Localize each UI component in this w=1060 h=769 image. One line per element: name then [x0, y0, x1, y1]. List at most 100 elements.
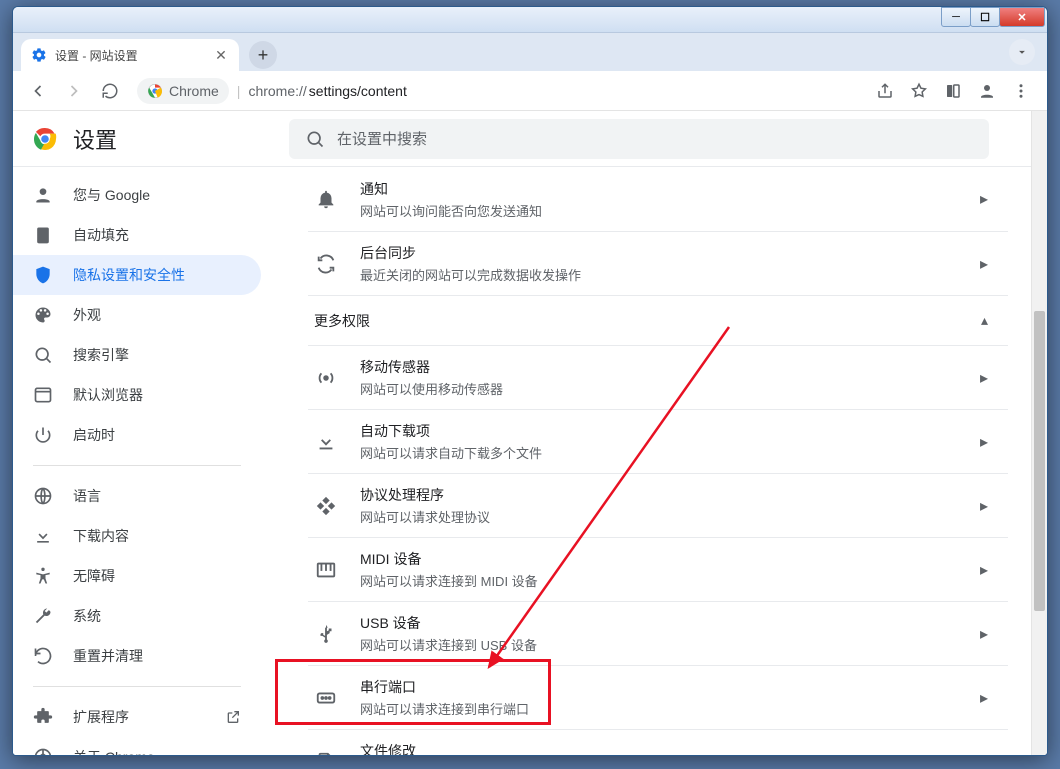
sidebar-item-about-chrome[interactable]: 关于 Chrome: [13, 737, 261, 755]
url-separator: |: [237, 83, 241, 99]
window-maximize-button[interactable]: ☐: [970, 7, 1000, 27]
browser-icon: [33, 385, 53, 405]
restore-icon: [33, 646, 53, 666]
window-minimize-button[interactable]: ─: [941, 7, 971, 27]
forward-button[interactable]: [59, 76, 89, 106]
tab-title: 设置 - 网站设置: [55, 47, 205, 64]
chevron-right-icon: ▸: [980, 432, 988, 452]
chevron-up-icon: ▴: [981, 312, 988, 329]
chevron-right-icon: ▸: [980, 688, 988, 708]
row-file-editing[interactable]: 文件修改 网站可以请求修改您设备上的文件和文件夹 ▸: [308, 729, 1008, 755]
clipboard-icon: [33, 225, 53, 245]
sidebar-item-privacy-security[interactable]: 隐私设置和安全性: [13, 255, 261, 295]
sidebar-item-system[interactable]: 系统: [13, 596, 261, 636]
row-usb-devices[interactable]: USB 设备 网站可以请求连接到 USB 设备 ▸: [308, 601, 1008, 665]
window-close-button[interactable]: ✕: [999, 7, 1045, 27]
row-title: 后台同步: [360, 243, 958, 263]
sidebar-item-label: 搜索引擎: [73, 345, 129, 365]
bookmark-star-icon[interactable]: [903, 75, 935, 107]
sidebar-item-accessibility[interactable]: 无障碍: [13, 556, 261, 596]
sidebar-item-label: 默认浏览器: [73, 385, 143, 405]
address-bar[interactable]: Chrome | chrome://settings/content: [131, 76, 863, 106]
search-icon: [33, 345, 53, 365]
row-title: 文件修改: [360, 741, 958, 755]
row-automatic-downloads[interactable]: 自动下载项 网站可以请求自动下载多个文件 ▸: [308, 409, 1008, 473]
sidebar-divider: [33, 686, 241, 687]
accessibility-icon: [33, 566, 53, 586]
row-title: 协议处理程序: [360, 485, 958, 505]
tab-search-button[interactable]: [1009, 39, 1035, 65]
sensor-icon: [314, 367, 338, 389]
sidebar-item-default-browser[interactable]: 默认浏览器: [13, 375, 261, 415]
chrome-outline-icon: [33, 747, 53, 755]
row-title: MIDI 设备: [360, 549, 958, 569]
chevron-right-icon: ▸: [980, 624, 988, 644]
globe-icon: [33, 486, 53, 506]
usb-icon: [314, 623, 338, 645]
sidebar-item-label: 重置并清理: [73, 646, 143, 666]
reading-list-icon[interactable]: [937, 75, 969, 107]
section-label: 更多权限: [314, 311, 370, 331]
sidebar-item-you-and-google[interactable]: 您与 Google: [13, 175, 261, 215]
gear-icon: [31, 47, 47, 63]
share-icon[interactable]: [869, 75, 901, 107]
sidebar-item-autofill[interactable]: 自动填充: [13, 215, 261, 255]
tab-strip: 设置 - 网站设置 ✕ +: [13, 33, 1047, 71]
chevron-right-icon: ▸: [980, 368, 988, 388]
scrollbar-thumb[interactable]: [1034, 311, 1045, 611]
row-subtitle: 网站可以使用移动传感器: [360, 379, 958, 398]
site-identity-chip[interactable]: Chrome: [137, 78, 229, 104]
row-background-sync[interactable]: 后台同步 最近关闭的网站可以完成数据收发操作 ▸: [308, 231, 1008, 295]
sidebar-item-search-engine[interactable]: 搜索引擎: [13, 335, 261, 375]
shield-icon: [33, 265, 53, 285]
row-title: 移动传感器: [360, 357, 958, 377]
back-button[interactable]: [23, 76, 53, 106]
extension-icon: [33, 707, 53, 727]
row-subtitle: 网站可以请求连接到 MIDI 设备: [360, 571, 958, 590]
chrome-logo-icon: [33, 127, 57, 151]
settings-page: 设置 在设置中搜索 您与 Google 自动填充 隐私设置和安全性: [13, 111, 1047, 755]
sidebar-item-languages[interactable]: 语言: [13, 476, 261, 516]
kebab-menu-icon[interactable]: [1005, 75, 1037, 107]
sidebar-item-appearance[interactable]: 外观: [13, 295, 261, 335]
row-serial-ports[interactable]: 串行端口 网站可以请求连接到串行端口 ▸: [308, 665, 1008, 729]
row-protocol-handlers[interactable]: 协议处理程序 网站可以请求处理协议 ▸: [308, 473, 1008, 537]
settings-content[interactable]: 通知 网站可以询问能否向您发送通知 ▸ 后台同步 最近关闭的网站可以完成数据收发…: [269, 167, 1047, 755]
protocol-icon: [314, 495, 338, 517]
reload-button[interactable]: [95, 76, 125, 106]
sidebar-item-label: 启动时: [73, 425, 115, 445]
sidebar-item-label: 语言: [73, 486, 101, 506]
profile-avatar-icon[interactable]: [971, 75, 1003, 107]
tab-close-button[interactable]: ✕: [213, 47, 229, 63]
sidebar-item-extensions[interactable]: 扩展程序: [13, 697, 261, 737]
power-icon: [33, 425, 53, 445]
file-edit-icon: [314, 751, 338, 756]
external-link-icon: [225, 709, 241, 725]
page-scrollbar[interactable]: [1031, 111, 1047, 755]
row-title: 自动下载项: [360, 421, 958, 441]
settings-sidebar: 您与 Google 自动填充 隐私设置和安全性 外观 搜索引擎: [13, 167, 269, 755]
bell-icon: [314, 188, 338, 210]
wrench-icon: [33, 606, 53, 626]
new-tab-button[interactable]: +: [249, 41, 277, 69]
row-midi-devices[interactable]: MIDI 设备 网站可以请求连接到 MIDI 设备 ▸: [308, 537, 1008, 601]
site-chip-label: Chrome: [169, 83, 219, 99]
sidebar-item-label: 自动填充: [73, 225, 129, 245]
sidebar-item-downloads[interactable]: 下载内容: [13, 516, 261, 556]
row-title: USB 设备: [360, 613, 958, 633]
sidebar-item-on-startup[interactable]: 启动时: [13, 415, 261, 455]
sidebar-item-reset[interactable]: 重置并清理: [13, 636, 261, 676]
chevron-right-icon: ▸: [980, 189, 988, 209]
section-more-permissions[interactable]: 更多权限 ▴: [308, 295, 1008, 345]
search-placeholder: 在设置中搜索: [337, 128, 427, 149]
settings-search-input[interactable]: 在设置中搜索: [289, 119, 989, 159]
row-notifications[interactable]: 通知 网站可以询问能否向您发送通知 ▸: [308, 167, 1008, 231]
row-subtitle: 网站可以请求处理协议: [360, 507, 958, 526]
browser-tab[interactable]: 设置 - 网站设置 ✕: [21, 39, 239, 71]
row-motion-sensors[interactable]: 移动传感器 网站可以使用移动传感器 ▸: [308, 345, 1008, 409]
window-titlebar: ─ ☐ ✕: [13, 7, 1047, 33]
settings-title: 设置: [73, 123, 273, 155]
palette-icon: [33, 305, 53, 325]
sidebar-item-label: 外观: [73, 305, 101, 325]
sidebar-item-label: 扩展程序: [73, 707, 129, 727]
